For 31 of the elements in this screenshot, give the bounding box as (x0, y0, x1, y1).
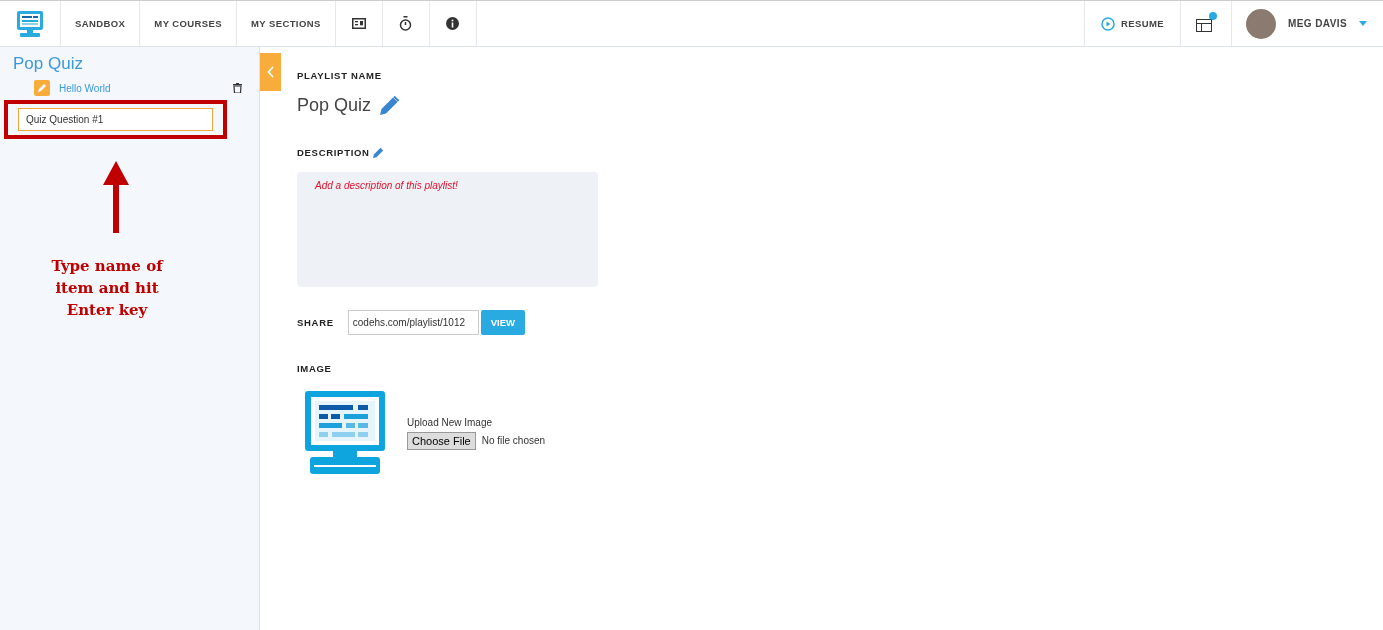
trash-icon[interactable] (233, 83, 242, 93)
caret-down-icon (1359, 21, 1367, 26)
section-label: PLAYLIST NAME (297, 70, 383, 81)
nav-link[interactable]: MY SECTIONS (237, 1, 336, 46)
description-field[interactable]: Add a description of this playlist! (297, 172, 598, 287)
up-arrow (103, 161, 129, 233)
edit-pencil-icon[interactable] (372, 147, 384, 158)
info-icon[interactable] (446, 17, 460, 30)
annotation-text: Type name of item and hit Enter key (50, 256, 165, 321)
user-menu[interactable]: MEG DAVIS (1232, 1, 1383, 46)
upload-label: Upload New Image (407, 416, 494, 428)
stopwatch-icon[interactable] (399, 16, 413, 31)
file-status-text: No file chosen (481, 435, 546, 446)
play-circle-icon (1100, 16, 1115, 31)
playlist-title: Pop Quiz (12, 54, 84, 74)
avatar-placeholder (1246, 8, 1276, 39)
choose-file-button[interactable]: Choose File (407, 431, 476, 450)
nav-link[interactable]: SANDBOX (61, 1, 141, 46)
resume-link[interactable]: RESUME (1084, 1, 1181, 46)
new-item-input[interactable]: Quiz Question #1 (18, 108, 213, 131)
section-label: SHARE (297, 317, 334, 328)
nav-link[interactable]: MY COURSES (140, 1, 237, 46)
section-label: DESCRIPTION (297, 147, 370, 158)
computer-logo-icon[interactable] (15, 8, 45, 39)
id-card-icon[interactable] (351, 18, 366, 29)
chevron-left-icon (267, 66, 274, 78)
share-url-field[interactable]: codehs.com/playlist/1012 (347, 310, 479, 335)
playlist-name: Pop Quiz (297, 95, 372, 116)
section-label: IMAGE (297, 363, 333, 374)
pencil-icon (34, 80, 50, 96)
edit-pencil-icon[interactable] (380, 96, 400, 115)
